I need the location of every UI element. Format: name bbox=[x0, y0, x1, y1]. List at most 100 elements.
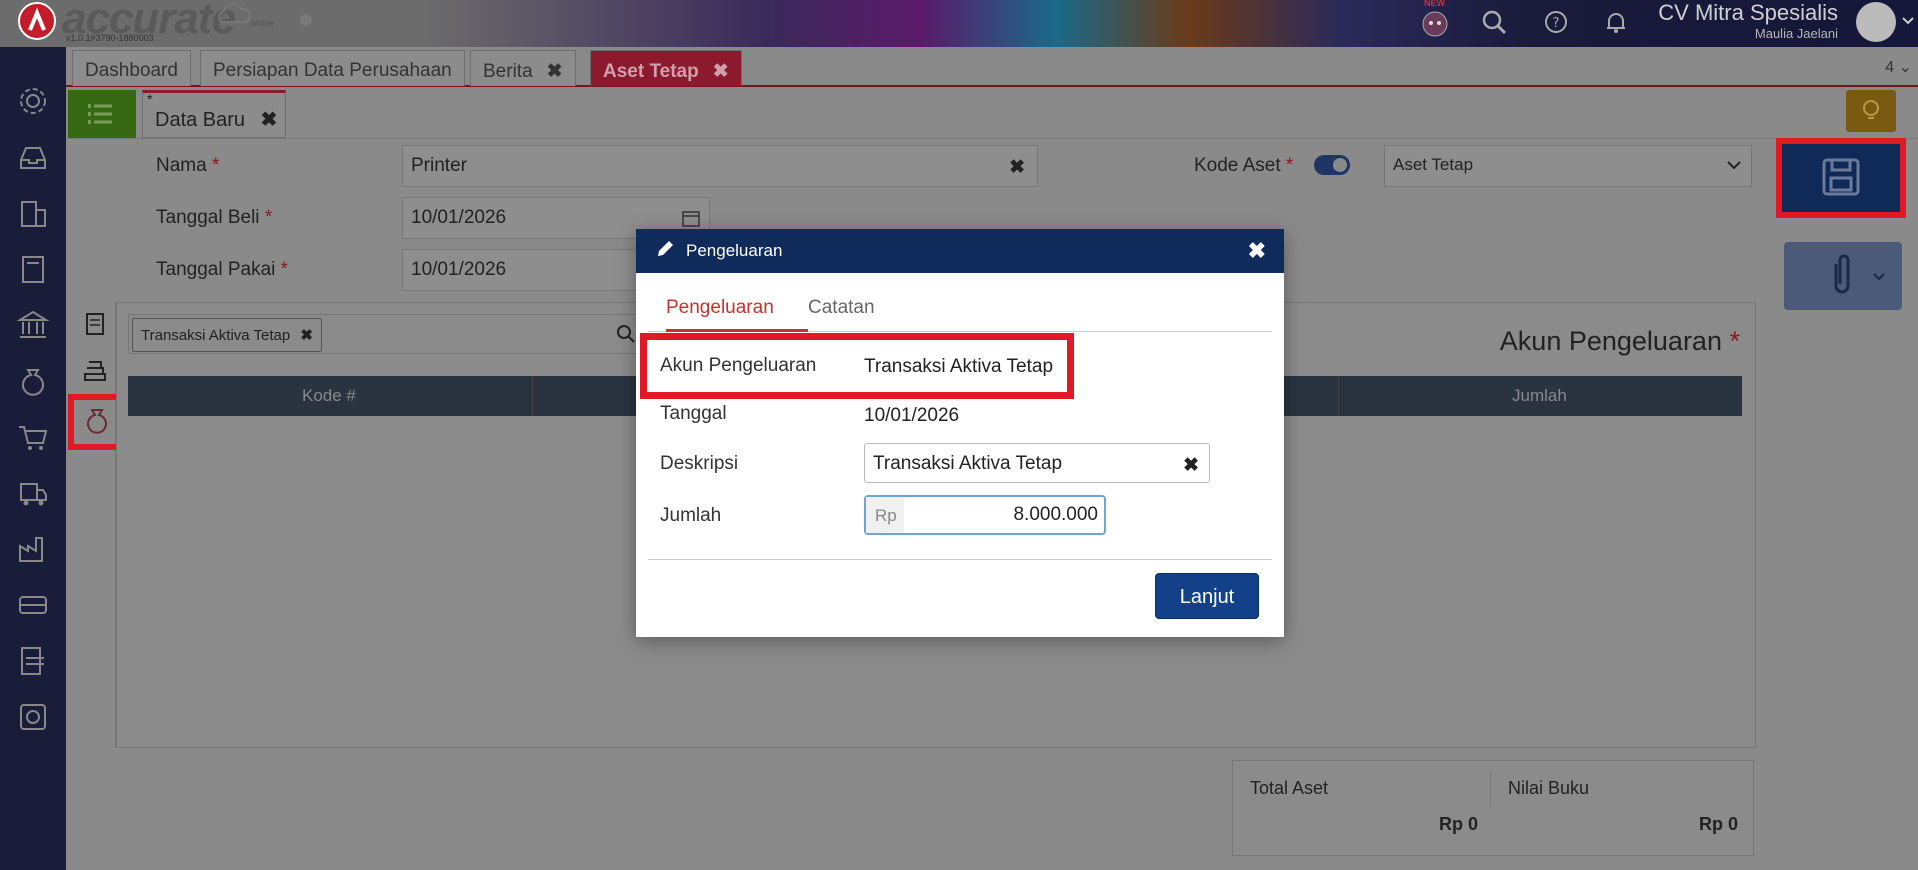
deskripsi-label: Deskripsi bbox=[660, 453, 739, 474]
modal-header: Pengeluaran bbox=[636, 229, 1284, 273]
list-view-button[interactable] bbox=[68, 90, 136, 138]
search-icon[interactable] bbox=[616, 324, 636, 344]
currency-prefix: Rp bbox=[866, 497, 904, 533]
floppy-icon bbox=[1822, 158, 1860, 196]
gear-icon[interactable] bbox=[16, 84, 50, 118]
totals-box bbox=[1232, 760, 1754, 856]
tab-persiapan-data[interactable]: Persiapan Data Perusahaan bbox=[200, 50, 465, 86]
help-icon[interactable]: ? bbox=[1540, 6, 1572, 38]
jumlah-input[interactable]: Rp 8.000.000 bbox=[864, 495, 1106, 535]
tab-count-dropdown[interactable]: 4 ⌄ bbox=[1885, 57, 1912, 77]
total-aset-value: Rp 0 bbox=[1438, 814, 1478, 834]
tab-dashboard[interactable]: Dashboard bbox=[72, 50, 191, 86]
nama-input[interactable]: Printer ✖ bbox=[402, 145, 1038, 187]
logo-icon[interactable] bbox=[18, 2, 56, 40]
paperclip-icon bbox=[1834, 254, 1885, 294]
close-icon[interactable]: ✖ bbox=[1248, 238, 1266, 264]
tanggal-value: 10/01/2026 bbox=[864, 405, 960, 426]
akun-pengeluaran-value: Transaksi Aktiva Tetap bbox=[864, 356, 1054, 377]
tab-label: Persiapan Data Perusahaan bbox=[213, 60, 452, 81]
expense-modal: Pengeluaran ✖ Pengeluaran Catatan Akun P… bbox=[636, 229, 1284, 637]
nama-label: Nama * bbox=[156, 155, 220, 176]
money-bag-icon bbox=[87, 409, 107, 434]
jumlah-value: 8.000.000 bbox=[1013, 504, 1098, 525]
tanggal-pakai-input[interactable]: 10/01/2026 bbox=[402, 249, 642, 291]
column-header-jumlah[interactable]: Jumlah bbox=[1512, 386, 1567, 406]
bank-icon[interactable] bbox=[16, 308, 50, 342]
chevron-down-icon bbox=[1727, 161, 1741, 170]
total-aset-label: Total Aset bbox=[1250, 778, 1329, 798]
active-tab-underline bbox=[666, 329, 808, 332]
money-bag-icon[interactable] bbox=[16, 364, 50, 398]
pencil-icon bbox=[658, 241, 673, 256]
stack-tab-button[interactable] bbox=[76, 350, 114, 390]
factory-icon[interactable] bbox=[16, 532, 50, 566]
tax-icon[interactable] bbox=[16, 644, 50, 678]
document-icon bbox=[86, 313, 104, 335]
avatar[interactable] bbox=[1856, 2, 1896, 42]
company-info[interactable]: CV Mitra Spesialis Maulia Jaelani bbox=[1658, 0, 1838, 41]
tab-label: Data Baru bbox=[155, 109, 246, 131]
tab-aset-tetap[interactable]: Aset Tetap ✖ bbox=[590, 50, 742, 86]
stack-icon bbox=[84, 361, 106, 381]
cart-icon[interactable] bbox=[16, 420, 50, 454]
attachment-button[interactable] bbox=[1784, 242, 1902, 310]
close-icon[interactable]: ✖ bbox=[261, 109, 278, 131]
modal-tab-pengeluaran[interactable]: Pengeluaran bbox=[666, 297, 774, 319]
status-dot bbox=[300, 14, 312, 26]
user-name: Maulia Jaelani bbox=[1754, 26, 1838, 41]
akun-pengeluaran-label: Akun Pengeluaran bbox=[660, 355, 817, 376]
jumlah-label: Jumlah bbox=[660, 505, 722, 526]
close-icon[interactable]: ✖ bbox=[547, 61, 563, 82]
report-icon[interactable] bbox=[16, 700, 50, 734]
kode-aset-label: Kode Aset * bbox=[1194, 155, 1294, 176]
building-icon[interactable] bbox=[16, 196, 50, 230]
calendar-icon[interactable] bbox=[681, 208, 701, 228]
tanggal-beli-label: Tanggal Beli * bbox=[156, 207, 273, 228]
tab-label: Aset Tetap bbox=[603, 61, 699, 82]
lanjut-button[interactable]: Lanjut bbox=[1155, 573, 1259, 619]
column-divider bbox=[1338, 376, 1339, 416]
cloud-icon bbox=[218, 2, 251, 23]
bell-icon[interactable] bbox=[1600, 6, 1632, 38]
version-label: v1.0.1#3790-1880003 bbox=[66, 33, 154, 43]
kode-aset-toggle[interactable] bbox=[1314, 155, 1350, 175]
document-tab-button[interactable] bbox=[76, 304, 114, 344]
modal-tab-catatan[interactable]: Catatan bbox=[808, 297, 875, 319]
save-button[interactable] bbox=[1776, 138, 1906, 218]
tips-button[interactable] bbox=[1846, 90, 1896, 132]
close-icon[interactable]: ✖ bbox=[300, 327, 313, 344]
tanggal-pakai-label: Tanggal Pakai * bbox=[156, 259, 289, 280]
nilai-buku-label: Nilai Buku bbox=[1508, 778, 1590, 798]
kode-aset-select[interactable]: Aset Tetap bbox=[1384, 145, 1752, 187]
clear-icon[interactable]: ✖ bbox=[1009, 156, 1025, 179]
search-icon[interactable] bbox=[1478, 6, 1510, 38]
filter-chip[interactable]: Transaksi Aktiva Tetap ✖ bbox=[132, 318, 322, 352]
modal-title: Pengeluaran bbox=[686, 241, 783, 260]
inbox-icon[interactable] bbox=[16, 140, 50, 174]
column-header-kode[interactable]: Kode # bbox=[302, 386, 356, 406]
divider bbox=[1490, 772, 1491, 806]
new-badge: NEW bbox=[1424, 0, 1445, 8]
truck-icon[interactable] bbox=[16, 476, 50, 510]
list-icon bbox=[88, 104, 112, 124]
tanggal-label: Tanggal bbox=[660, 403, 727, 424]
footer-divider bbox=[648, 559, 1272, 560]
conveyor-icon[interactable] bbox=[16, 588, 50, 622]
deskripsi-input[interactable]: Transaksi Aktiva Tetap ✖ bbox=[864, 443, 1210, 483]
unsaved-marker: * bbox=[147, 91, 153, 107]
book-icon[interactable] bbox=[16, 252, 50, 286]
clear-icon[interactable]: ✖ bbox=[1183, 454, 1199, 477]
chevron-down-icon[interactable] bbox=[1902, 16, 1914, 26]
svg-text:?: ? bbox=[1553, 16, 1560, 31]
tab-data-baru[interactable]: * Data Baru ✖ bbox=[142, 90, 286, 138]
company-name: CV Mitra Spesialis bbox=[1658, 0, 1838, 25]
nilai-buku-value: Rp 0 bbox=[1698, 814, 1738, 834]
lightbulb-icon bbox=[1863, 100, 1879, 119]
tab-berita[interactable]: Berita ✖ bbox=[470, 50, 576, 86]
panel-title: Akun Pengeluaran * bbox=[1499, 326, 1740, 356]
new-feature-icon[interactable] bbox=[1418, 4, 1450, 37]
tab-label: Dashboard bbox=[85, 60, 178, 81]
tab-label: Berita bbox=[483, 61, 533, 82]
close-icon[interactable]: ✖ bbox=[713, 61, 729, 82]
